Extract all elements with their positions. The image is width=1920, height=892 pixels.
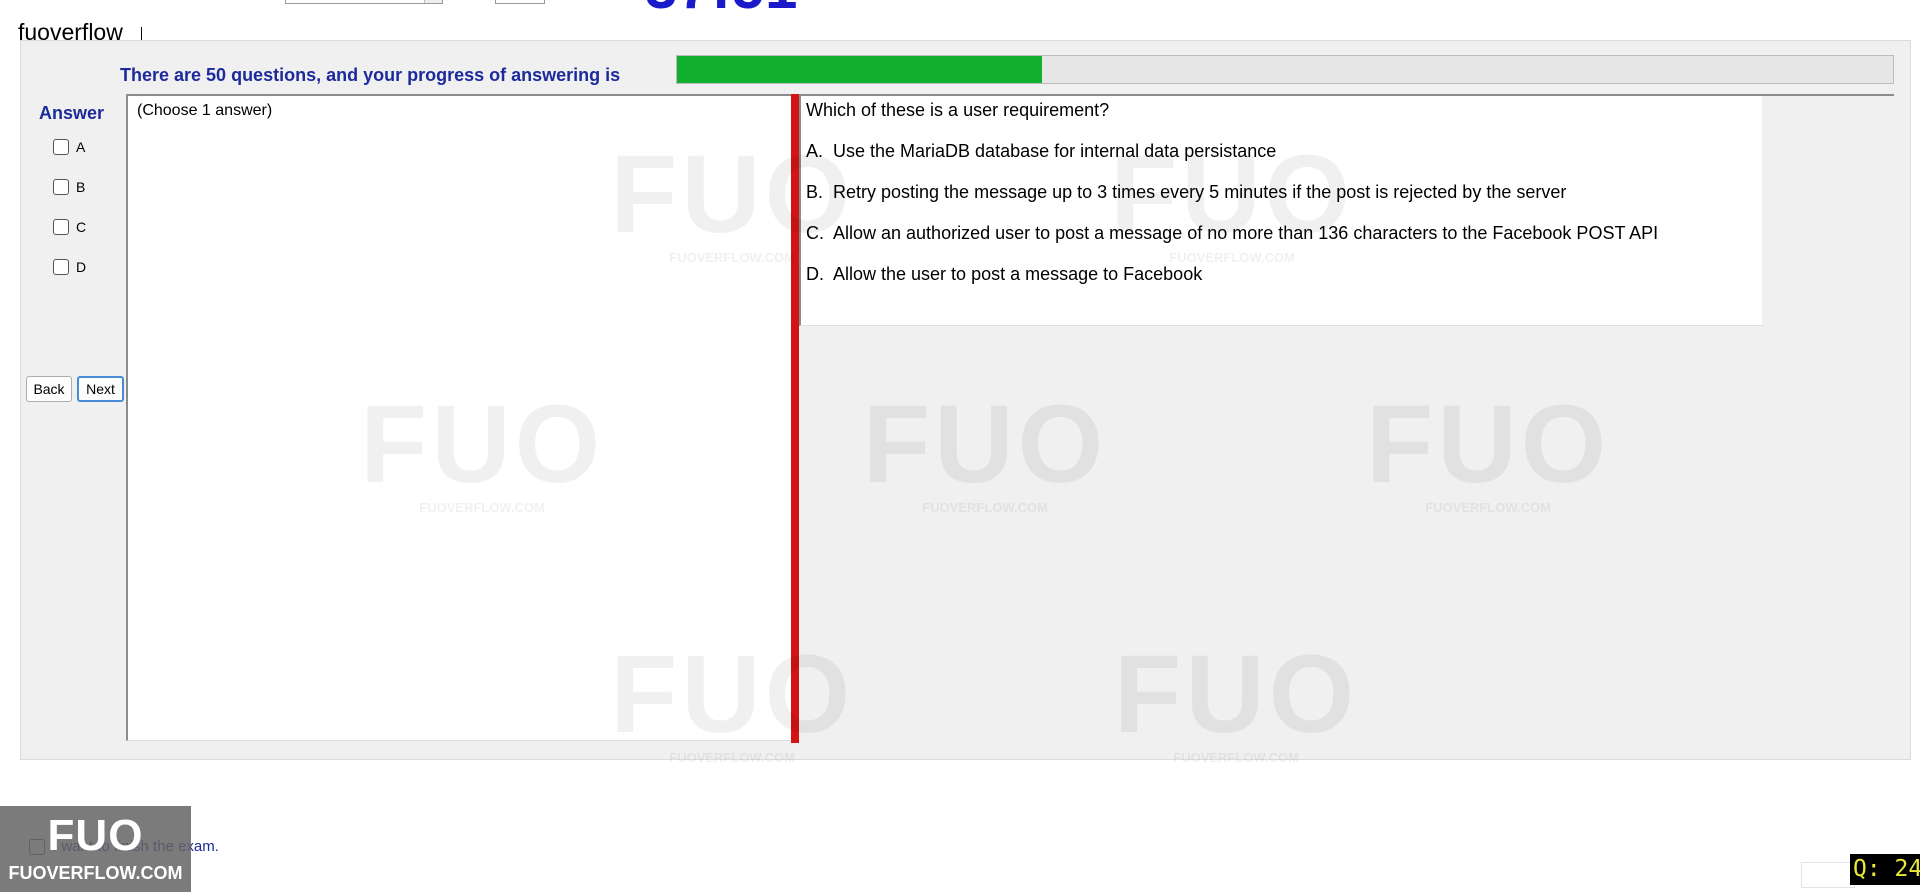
fuoverflow-logo: FUO FUOVERFLOW.COM [0, 806, 191, 892]
answer-option-label: C [76, 219, 87, 235]
question-option-d: D. Allow the user to post a message to Fa… [806, 264, 1202, 285]
answer-option-label: D [76, 259, 87, 275]
option-text: Allow an authorized user to post a messa… [833, 223, 1659, 243]
answer-option-label: B [76, 179, 86, 195]
exam-timer: 37:51 [645, 0, 798, 18]
answer-text-area[interactable]: (Choose 1 answer) [126, 94, 792, 741]
option-letter: D. [806, 264, 824, 284]
question-text: Which of these is a user requirement? [806, 100, 1110, 120]
checkbox-b[interactable] [53, 179, 69, 195]
question-number-badge: Q: 24 [1850, 854, 1920, 885]
option-letter: A. [806, 141, 824, 161]
option-letter: C. [806, 223, 824, 243]
corner-control [1801, 862, 1855, 888]
answer-option-a[interactable]: A [53, 139, 85, 155]
answer-option-label: A [76, 139, 86, 155]
logo-mark: FUO [47, 811, 144, 860]
pane-splitter[interactable] [791, 94, 799, 743]
progress-label: There are 50 questions, and your progres… [120, 65, 621, 85]
option-text: Retry posting the message up to 3 times … [833, 182, 1567, 202]
answer-option-b[interactable]: B [53, 179, 85, 195]
question-box: Which of these is a user requirement? A.… [799, 96, 1762, 326]
option-letter: B. [806, 182, 824, 202]
checkbox-d[interactable] [53, 259, 69, 275]
progress-fill [677, 56, 1042, 83]
checkbox-a[interactable] [53, 139, 69, 155]
option-text: Allow the user to post a message to Face… [833, 264, 1203, 284]
answer-heading: Answer [39, 103, 105, 123]
top-small-box[interactable] [495, 0, 545, 4]
answer-option-c[interactable]: C [53, 219, 86, 235]
question-option-b: B. Retry posting the message up to 3 time… [806, 182, 1566, 203]
logo-text: FUOVERFLOW.COM [8, 863, 183, 883]
chevron-down-icon[interactable] [424, 0, 442, 3]
top-combo-box[interactable] [285, 0, 443, 4]
answer-option-d[interactable]: D [53, 259, 86, 275]
progress-bar [676, 55, 1894, 84]
option-text: Use the MariaDB database for internal da… [833, 141, 1277, 161]
answer-hint: (Choose 1 answer) [137, 102, 273, 119]
question-option-c: C. Allow an authorized user to post a mes… [806, 223, 1658, 244]
next-button[interactable]: Next [77, 376, 124, 402]
back-button[interactable]: Back [26, 376, 72, 402]
top-toolbar [0, 0, 1920, 6]
checkbox-c[interactable] [53, 219, 69, 235]
question-option-a: A. Use the MariaDB database for internal … [806, 141, 1276, 162]
